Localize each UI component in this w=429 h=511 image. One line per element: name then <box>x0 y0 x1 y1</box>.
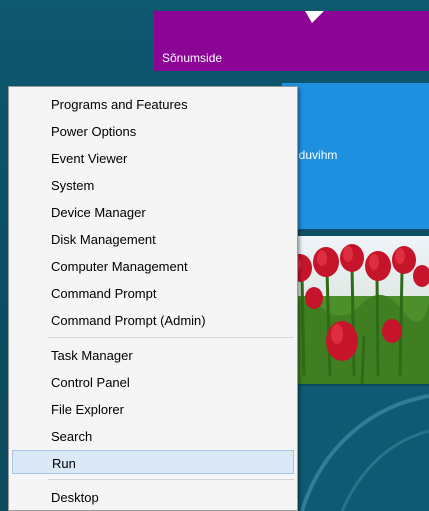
menu-item-task-manager[interactable]: Task Manager <box>12 343 294 367</box>
speech-bubble-icon <box>304 11 326 23</box>
menu-item-programs-and-features[interactable]: Programs and Features <box>12 92 294 116</box>
photos-tile[interactable] <box>282 236 429 384</box>
dark-tile[interactable] <box>282 386 429 511</box>
messaging-tile-label: Sõnumside <box>162 51 223 65</box>
menu-item-search[interactable]: Search <box>12 424 294 448</box>
weather-tile[interactable]: n uduvihm <box>282 83 429 229</box>
menu-item-event-viewer[interactable]: Event Viewer <box>12 146 294 170</box>
menu-item-control-panel[interactable]: Control Panel <box>12 370 294 394</box>
menu-item-computer-management[interactable]: Computer Management <box>12 254 294 278</box>
weather-tile-line2: uduvihm <box>292 148 338 162</box>
menu-item-file-explorer[interactable]: File Explorer <box>12 397 294 421</box>
menu-item-command-prompt[interactable]: Command Prompt <box>12 281 294 305</box>
menu-item-command-prompt-admin[interactable]: Command Prompt (Admin) <box>12 308 294 332</box>
menu-separator <box>48 337 294 338</box>
menu-item-system[interactable]: System <box>12 173 294 197</box>
menu-separator <box>48 479 294 480</box>
menu-item-run[interactable]: Run <box>12 450 294 474</box>
messaging-tile[interactable]: Sõnumside <box>154 11 429 71</box>
tile-decoration <box>300 394 429 511</box>
menu-item-disk-management[interactable]: Disk Management <box>12 227 294 251</box>
menu-item-device-manager[interactable]: Device Manager <box>12 200 294 224</box>
menu-item-desktop[interactable]: Desktop <box>12 485 294 509</box>
menu-item-power-options[interactable]: Power Options <box>12 119 294 143</box>
power-user-menu: Programs and Features Power Options Even… <box>8 86 298 511</box>
tulips-image <box>282 236 429 384</box>
